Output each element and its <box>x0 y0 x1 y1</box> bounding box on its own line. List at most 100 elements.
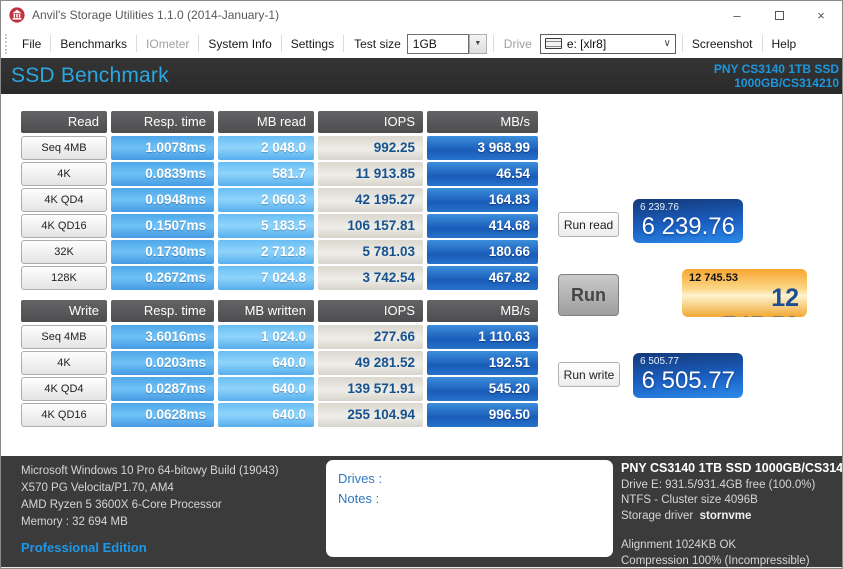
menu-settings[interactable]: Settings <box>284 37 341 51</box>
total-score-box: 12 745.53 12 745.53 <box>682 269 807 317</box>
table-row: 4K0.0839ms581.711 913.8546.54 <box>21 162 538 186</box>
menu-bar: File Benchmarks IOmeter System Info Sett… <box>1 29 842 58</box>
notes-label: Notes : <box>338 489 601 509</box>
drive-alignment: Alignment 1024KB OK <box>621 538 843 554</box>
test-size-dropdown-button[interactable]: ▼ <box>469 34 487 54</box>
mb-value: 1 024.0 <box>218 325 314 349</box>
chevron-down-icon: ∨ <box>663 38 670 49</box>
column-header-mb-s: MB/s <box>427 111 538 133</box>
menu-separator <box>136 35 137 52</box>
test-button-4k[interactable]: 4K <box>21 162 107 186</box>
mb-value: 640.0 <box>218 351 314 375</box>
device-line2: 1000GB/CS314210 <box>714 76 839 90</box>
test-button-seq-4mb[interactable]: Seq 4MB <box>21 325 107 349</box>
test-button-4k-qd4[interactable]: 4K QD4 <box>21 188 107 212</box>
read-score-value: 6 239.76 <box>640 214 735 240</box>
drive-model: PNY CS3140 1TB SSD 1000GB/CS314210 <box>621 461 843 477</box>
menu-separator <box>493 35 494 52</box>
edition-link[interactable]: Professional Edition <box>21 539 279 556</box>
menu-benchmarks[interactable]: Benchmarks <box>53 37 134 51</box>
column-header-mb-s: MB/s <box>427 300 538 322</box>
test-size-combobox[interactable]: 1GB <box>407 34 469 54</box>
mbs-value: 414.68 <box>427 214 538 238</box>
menu-help[interactable]: Help <box>765 37 804 51</box>
menu-separator <box>682 35 683 52</box>
mb-value: 7 024.8 <box>218 266 314 290</box>
menu-separator <box>281 35 282 52</box>
close-icon[interactable]: × <box>800 1 842 29</box>
menu-file[interactable]: File <box>15 37 48 51</box>
resp-time-value: 0.0839ms <box>111 162 214 186</box>
drive-capacity: Drive E: 931.5/931.4GB free (100.0%) <box>621 478 843 494</box>
test-button-4k-qd16[interactable]: 4K QD16 <box>21 403 107 427</box>
column-header-mb-read: MB read <box>218 111 314 133</box>
drive-value: e: [xlr8] <box>567 37 606 51</box>
window-controls: – × <box>716 1 842 29</box>
menu-separator <box>50 35 51 52</box>
write-score-value: 6 505.77 <box>640 368 735 394</box>
column-header-write: Write <box>21 300 107 322</box>
drives-label: Drives : <box>338 469 601 489</box>
column-header-iops: IOPS <box>318 300 423 322</box>
menu-separator <box>198 35 199 52</box>
storage-driver-value: stornvme <box>700 510 752 522</box>
drive-icon <box>545 38 562 49</box>
menu-screenshot[interactable]: Screenshot <box>685 37 760 51</box>
mb-value: 581.7 <box>218 162 314 186</box>
menu-system-info[interactable]: System Info <box>201 37 278 51</box>
column-header-read: Read <box>21 111 107 133</box>
notes-box[interactable]: Drives : Notes : <box>326 460 613 557</box>
table-row: 4K QD160.0628ms640.0255 104.94996.50 <box>21 403 538 427</box>
mbs-value: 46.54 <box>427 162 538 186</box>
total-score-value: 12 745.53 <box>689 284 799 317</box>
system-info: Microsoft Windows 10 Pro 64-bitowy Build… <box>21 463 279 556</box>
resp-time-value: 1.0078ms <box>111 136 214 160</box>
minimize-icon[interactable]: – <box>716 1 758 29</box>
mb-value: 640.0 <box>218 377 314 401</box>
test-size-value: 1GB <box>413 37 437 51</box>
table-row: 128K0.2672ms7 024.83 742.54467.82 <box>21 266 538 290</box>
app-icon <box>9 7 25 23</box>
iops-value: 255 104.94 <box>318 403 423 427</box>
iops-value: 992.25 <box>318 136 423 160</box>
mbs-value: 1 110.63 <box>427 325 538 349</box>
drive-label: Drive <box>496 37 538 51</box>
iops-value: 11 913.85 <box>318 162 423 186</box>
device-id: PNY CS3140 1TB SSD 1000GB/CS314210 <box>714 62 842 90</box>
run-read-button[interactable]: Run read <box>558 212 619 237</box>
column-header-mb-written: MB written <box>218 300 314 322</box>
table-row: Seq 4MB3.6016ms1 024.0277.661 110.63 <box>21 325 538 349</box>
resp-time-value: 0.1730ms <box>111 240 214 264</box>
test-button-4k-qd16[interactable]: 4K QD16 <box>21 214 107 238</box>
table-row: 32K0.1730ms2 712.85 781.03180.66 <box>21 240 538 264</box>
test-button-128k[interactable]: 128K <box>21 266 107 290</box>
column-header-iops: IOPS <box>318 111 423 133</box>
test-button-4k[interactable]: 4K <box>21 351 107 375</box>
test-button-seq-4mb[interactable]: Seq 4MB <box>21 136 107 160</box>
mb-value: 2 048.0 <box>218 136 314 160</box>
mbs-value: 545.20 <box>427 377 538 401</box>
app-window: Anvil's Storage Utilities 1.1.0 (2014-Ja… <box>0 0 843 569</box>
resp-time-value: 0.0203ms <box>111 351 214 375</box>
mb-value: 640.0 <box>218 403 314 427</box>
page-title: SSD Benchmark <box>1 64 169 88</box>
resp-time-value: 0.0628ms <box>111 403 214 427</box>
page-header: SSD Benchmark PNY CS3140 1TB SSD 1000GB/… <box>1 58 842 94</box>
maximize-icon[interactable] <box>758 1 800 29</box>
run-write-button[interactable]: Run write <box>558 362 620 387</box>
mb-value: 2 060.3 <box>218 188 314 212</box>
mb-value: 2 712.8 <box>218 240 314 264</box>
iops-value: 277.66 <box>318 325 423 349</box>
os-info: Microsoft Windows 10 Pro 64-bitowy Build… <box>21 463 279 480</box>
resp-time-value: 0.1507ms <box>111 214 214 238</box>
run-button[interactable]: Run <box>558 274 619 316</box>
total-score-small: 12 745.53 <box>689 272 799 284</box>
test-button-32k[interactable]: 32K <box>21 240 107 264</box>
iops-value: 3 742.54 <box>318 266 423 290</box>
iops-value: 49 281.52 <box>318 351 423 375</box>
drive-combobox[interactable]: e: [xlr8] ∨ <box>540 34 676 54</box>
table-row: 4K QD40.0287ms640.0139 571.91545.20 <box>21 377 538 401</box>
mbs-value: 192.51 <box>427 351 538 375</box>
read-results-table: ReadResp. timeMB readIOPSMB/sSeq 4MB1.00… <box>21 111 538 292</box>
test-button-4k-qd4[interactable]: 4K QD4 <box>21 377 107 401</box>
